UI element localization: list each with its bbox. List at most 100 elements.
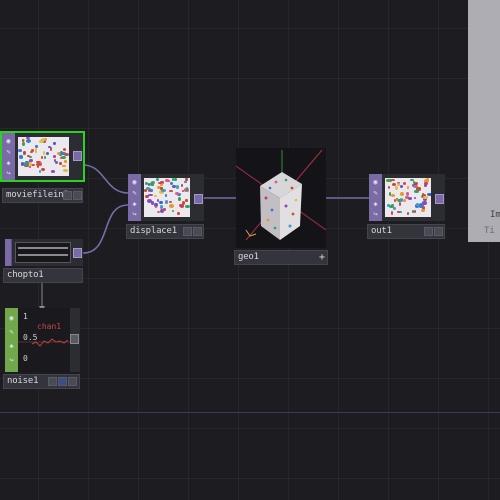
texture-speck <box>59 156 63 159</box>
texture-speck <box>178 197 182 201</box>
texture-speck <box>388 192 391 196</box>
clone-icon[interactable]: ◈ <box>7 342 16 351</box>
output-strip <box>70 308 80 372</box>
node-viewer-button[interactable] <box>193 227 202 236</box>
node-label-displace[interactable]: displace1 <box>126 224 204 239</box>
node-label-chopto[interactable]: chopto1 <box>3 268 83 283</box>
panel-label-1: Im <box>490 210 500 220</box>
texture-speck <box>389 178 392 183</box>
texture-speck <box>413 196 417 200</box>
texture-speck <box>64 159 67 163</box>
texture-speck <box>144 188 147 193</box>
node-name: noise1 <box>7 376 39 386</box>
texture-speck <box>171 178 174 181</box>
viewer-icon[interactable]: ◉ <box>371 178 380 187</box>
texture-thumbnail <box>18 137 69 176</box>
texture-speck <box>420 208 426 213</box>
node-name: displace1 <box>130 226 177 236</box>
texture-speck <box>399 201 402 206</box>
texture-speck <box>183 181 187 184</box>
texture-speck <box>59 161 62 165</box>
node-lock-button[interactable] <box>68 377 77 386</box>
texture-speck <box>154 202 159 206</box>
node-flag-button[interactable] <box>424 227 433 236</box>
node-flag-button[interactable] <box>63 191 72 200</box>
texture-speck <box>413 185 419 188</box>
bypass-icon[interactable]: ↪ <box>371 210 380 219</box>
texture-speck <box>185 199 189 202</box>
edit-icon[interactable]: ✎ <box>4 148 13 157</box>
texture-speck <box>51 170 56 173</box>
node-chopto[interactable] <box>5 239 83 266</box>
output-connector[interactable] <box>73 248 82 258</box>
texture-speck <box>55 161 58 165</box>
texture-speck <box>168 189 173 192</box>
texture-speck <box>22 141 26 146</box>
bypass-icon[interactable]: ↪ <box>7 356 16 365</box>
texture-speck <box>164 193 167 197</box>
axis-gizmo <box>245 229 257 237</box>
node-moviefilein[interactable]: ◉ ✎ ◈ ↪ <box>0 131 85 182</box>
texture-speck <box>165 199 168 204</box>
texture-speck <box>171 184 177 189</box>
output-strip <box>73 133 83 180</box>
add-button[interactable]: + <box>317 253 327 263</box>
texture-speck <box>174 191 180 196</box>
clone-icon[interactable]: ◈ <box>371 200 380 209</box>
panel-label-2: Ti <box>484 226 495 236</box>
output-connector[interactable] <box>194 194 203 204</box>
node-viewer-button[interactable] <box>434 227 443 236</box>
viewer-icon[interactable]: ◉ <box>7 314 16 323</box>
texture-speck <box>160 205 163 209</box>
texture-speck <box>149 182 155 186</box>
node-label-noise[interactable]: noise1 <box>3 374 80 389</box>
output-connector[interactable] <box>435 194 444 204</box>
texture-speck <box>26 138 32 143</box>
node-flag-button[interactable] <box>183 227 192 236</box>
node-viewer-button[interactable] <box>73 191 82 200</box>
node-label-out[interactable]: out1 <box>367 224 445 239</box>
texture-speck <box>24 161 29 166</box>
texture-speck <box>391 211 394 215</box>
node-name: chopto1 <box>7 270 44 280</box>
texture-speck <box>400 191 405 196</box>
node-noise[interactable]: ◉ ✎ ◈ ↪ 1 chan1 0.5 0 <box>5 308 80 372</box>
output-connector[interactable] <box>70 334 79 344</box>
node-viewer-button[interactable] <box>58 377 67 386</box>
texture-speck <box>23 153 27 156</box>
texture-speck <box>423 182 428 186</box>
texture-speck <box>62 148 67 152</box>
clone-icon[interactable]: ◈ <box>4 159 13 168</box>
wire-chopto-to-displace <box>82 204 129 254</box>
output-strip <box>73 239 83 266</box>
node-flag-button[interactable] <box>48 377 57 386</box>
bypass-icon[interactable]: ↪ <box>130 210 139 219</box>
node-geo[interactable] <box>235 148 327 248</box>
node-label-geo[interactable]: geo1 + <box>234 250 328 265</box>
edit-icon[interactable]: ✎ <box>130 189 139 198</box>
texture-speck <box>414 190 420 194</box>
output-connector[interactable] <box>73 151 82 161</box>
texture-speck <box>52 141 56 146</box>
texture-thumbnail <box>144 178 190 217</box>
viewer-icon[interactable]: ◉ <box>130 178 139 187</box>
texture-speck <box>402 181 407 186</box>
texture-speck <box>150 189 153 192</box>
bypass-icon[interactable]: ↪ <box>4 169 13 178</box>
clone-icon[interactable]: ◈ <box>130 200 139 209</box>
node-type-strip: ◉ ✎ ◈ ↪ <box>2 133 16 180</box>
output-strip <box>435 174 445 221</box>
side-panel[interactable]: Im Ti <box>468 0 500 242</box>
node-out[interactable]: ◉ ✎ ◈ ↪ <box>369 174 445 221</box>
texture-speck <box>391 194 396 198</box>
texture-speck <box>402 199 406 203</box>
edit-icon[interactable]: ✎ <box>7 328 16 337</box>
texture-speck <box>390 203 394 206</box>
edit-icon[interactable]: ✎ <box>371 189 380 198</box>
node-label-moviefilein[interactable]: moviefilein1 <box>2 188 83 203</box>
node-type-strip <box>5 239 12 266</box>
viewer-icon[interactable]: ◉ <box>4 137 13 146</box>
node-displace[interactable]: ◉ ✎ ◈ ↪ <box>128 174 204 221</box>
network-editor-canvas[interactable]: ◉ ✎ ◈ ↪ moviefilein1 ◉ ✎ ◈ ↪ displace1 g… <box>0 0 500 500</box>
node-type-strip: ◉ ✎ ◈ ↪ <box>128 174 142 221</box>
